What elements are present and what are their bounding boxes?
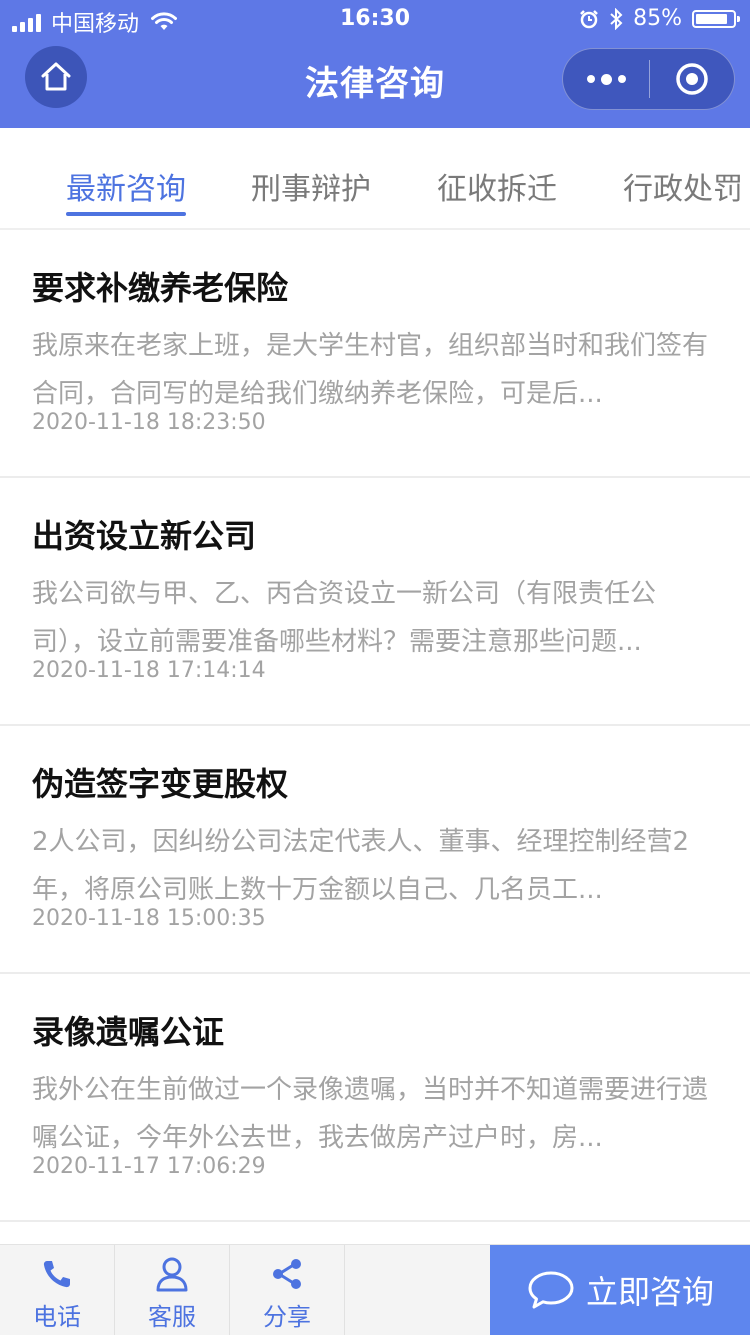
category-tabs: 最新咨询 刑事辩护 征收拆迁 行政处罚 <box>0 128 750 230</box>
phone-button[interactable]: 电话 <box>0 1245 115 1335</box>
item-date: 2020-11-18 18:23:50 <box>32 410 266 435</box>
phone-label: 电话 <box>33 1303 81 1331</box>
person-icon <box>156 1257 188 1292</box>
item-date: 2020-11-18 15:00:35 <box>32 906 266 931</box>
tab-criminal-defense[interactable]: 刑事辩护 <box>251 164 371 208</box>
tab-administrative-penalty[interactable]: 行政处罚 <box>623 164 743 208</box>
item-date: 2020-11-18 17:14:14 <box>32 658 266 683</box>
battery-icon <box>692 9 740 28</box>
alarm-icon <box>580 9 598 28</box>
status-bar: 中国移动 16:30 85% <box>0 0 750 40</box>
close-miniprogram-button[interactable] <box>650 61 734 97</box>
list-item[interactable]: 录像遗嘱公证 我外公在生前做过一个录像遗嘱，当时并不知道需要进行遗嘱公证，今年外… <box>0 974 750 1222</box>
item-title: 伪造签字变更股权 <box>32 765 289 803</box>
item-title: 录像遗嘱公证 <box>32 1013 225 1051</box>
share-label: 分享 <box>263 1303 311 1331</box>
list-item[interactable]: 要求补缴养老保险 我原来在老家上班，是大学生村官，组织部当时和我们签有合同，合同… <box>0 230 750 478</box>
item-description: 我外公在生前做过一个录像遗嘱，当时并不知道需要进行遗嘱公证，今年外公去世，我去做… <box>32 1075 709 1153</box>
customer-service-button[interactable]: 客服 <box>115 1245 230 1335</box>
item-description: 我公司欲与甲、乙、丙合资设立一新公司（有限责任公司），设立前需要准备哪些材料？需… <box>32 579 657 657</box>
bluetooth-icon <box>610 7 623 30</box>
tab-demolition[interactable]: 征收拆迁 <box>437 164 557 208</box>
more-button[interactable] <box>563 73 649 85</box>
list-item[interactable]: 伪造签字变更股权 2人公司，因纠纷公司法定代表人、董事、经理控制经营2年，将原公… <box>0 726 750 974</box>
bottom-action-bar: 电话 客服 分享 立即咨询 <box>0 1244 750 1335</box>
item-date: 2020-11-17 17:06:29 <box>32 1154 266 1179</box>
chat-bubble-icon <box>528 1271 574 1309</box>
item-description: 我原来在老家上班，是大学生村官，组织部当时和我们签有合同，合同写的是给我们缴纳养… <box>32 331 709 409</box>
consult-now-button[interactable]: 立即咨询 <box>490 1245 750 1335</box>
miniprogram-capsule <box>562 48 735 110</box>
customer-service-label: 客服 <box>148 1303 196 1331</box>
list-item[interactable]: 出资设立新公司 我公司欲与甲、乙、丙合资设立一新公司（有限责任公司），设立前需要… <box>0 478 750 726</box>
consultation-list: 要求补缴养老保险 我原来在老家上班，是大学生村官，组织部当时和我们签有合同，合同… <box>0 230 750 1222</box>
battery-percent: 85% <box>633 6 682 31</box>
active-tab-indicator <box>66 212 186 216</box>
item-title: 出资设立新公司 <box>32 517 257 555</box>
header-bar: 中国移动 16:30 85% 法律咨询 <box>0 0 750 128</box>
tab-latest[interactable]: 最新咨询 <box>66 164 186 208</box>
item-title: 要求补缴养老保险 <box>32 269 289 307</box>
target-icon <box>676 63 708 95</box>
item-description: 2人公司，因纠纷公司法定代表人、董事、经理控制经营2年，将原公司账上数十万金额以… <box>32 827 690 905</box>
share-icon <box>273 1259 301 1289</box>
share-button[interactable]: 分享 <box>230 1245 345 1335</box>
phone-icon <box>43 1261 70 1288</box>
consult-now-label: 立即咨询 <box>585 1273 714 1311</box>
